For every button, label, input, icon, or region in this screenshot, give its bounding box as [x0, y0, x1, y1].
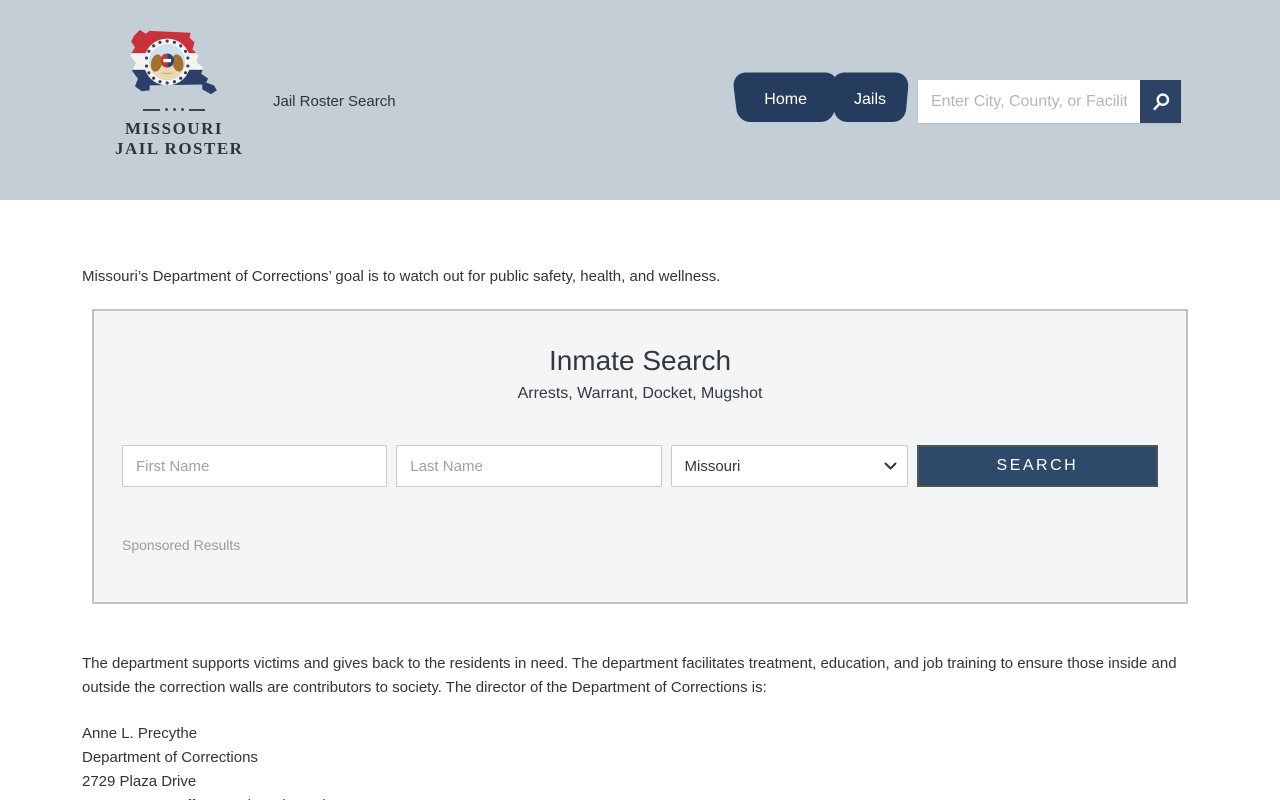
contact-line-department: Department of Corrections — [82, 746, 1198, 770]
logo-divider — [143, 108, 205, 111]
header-nav: Home Jails — [738, 78, 1181, 123]
magnifier-icon — [1150, 91, 1172, 113]
department-description: The department supports victims and give… — [82, 652, 1182, 700]
first-name-field[interactable] — [122, 445, 387, 487]
state-select[interactable]: Missouri — [671, 445, 908, 487]
inmate-search-panel: Inmate Search Arrests, Warrant, Docket, … — [92, 309, 1188, 604]
search-button[interactable]: SEARCH — [917, 445, 1158, 487]
inmate-search-subtitle: Arrests, Warrant, Docket, Mugshot — [122, 385, 1158, 403]
facility-search-button[interactable] — [1140, 80, 1181, 123]
contact-line-street: 2729 Plaza Drive — [82, 770, 1198, 794]
intro-text: Missouri’s Department of Corrections’ go… — [82, 268, 1198, 285]
missouri-state-flag-icon — [119, 24, 229, 102]
inmate-search-title: Inmate Search — [122, 345, 1158, 377]
main-content: Missouri’s Department of Corrections’ go… — [82, 268, 1198, 800]
site-logo[interactable]: MISSOURI JAIL ROSTER — [115, 24, 233, 159]
contact-line-city: PO Box 236, Jefferson City, Missouri, 65… — [82, 794, 1198, 800]
page-title: Jail Roster Search — [273, 93, 396, 110]
nav-tab-home[interactable]: Home — [738, 78, 833, 122]
facility-search — [918, 80, 1181, 123]
contact-block: Anne L. Precythe Department of Correctio… — [82, 722, 1198, 800]
nav-tab-jails[interactable]: Jails — [835, 78, 905, 122]
missouri-seal-icon — [144, 39, 191, 86]
nav-tab-home-label: Home — [764, 91, 807, 109]
logo-text-line2: JAIL ROSTER — [115, 139, 233, 159]
state-select-wrap: Missouri — [671, 445, 908, 487]
nav-tab-jails-label: Jails — [854, 91, 886, 109]
last-name-field[interactable] — [396, 445, 661, 487]
facility-search-input[interactable] — [918, 80, 1140, 123]
contact-line-director: Anne L. Precythe — [82, 722, 1198, 746]
sponsored-results-label: Sponsored Results — [122, 537, 1158, 553]
logo-text-line1: MISSOURI — [115, 119, 233, 139]
inmate-search-form: Missouri SEARCH — [122, 445, 1158, 487]
site-header: MISSOURI JAIL ROSTER Jail Roster Search … — [0, 0, 1280, 200]
